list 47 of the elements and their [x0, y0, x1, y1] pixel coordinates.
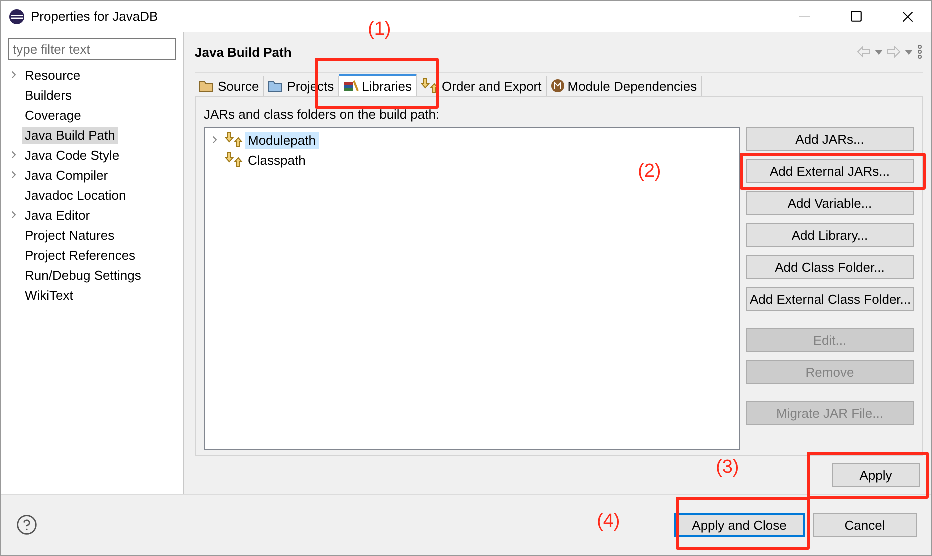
action-button[interactable]: Add External Class Folder... [746, 287, 914, 311]
tab[interactable]: Libraries [339, 74, 418, 96]
sidebar-item[interactable]: Java Compiler [22, 166, 112, 184]
step-label: (2) [638, 161, 662, 183]
tree-item[interactable]: Modulepath [245, 132, 319, 148]
sidebar-item[interactable]: WikiText [22, 286, 76, 304]
sidebar-item[interactable]: Java Build Path [22, 126, 118, 144]
sidebar-item[interactable]: Java Code Style [22, 146, 123, 164]
eclipse-logo-icon [9, 8, 25, 24]
action-button[interactable]: Add External JARs... [746, 159, 914, 183]
maximize-icon [850, 10, 862, 23]
folder-icon [199, 79, 215, 93]
window-title: Properties for JavaDB [31, 9, 160, 24]
sidebar-item[interactable]: Resource [22, 66, 84, 84]
forward-arrow-icon[interactable] [887, 46, 901, 58]
action-button[interactable]: Add Class Folder... [746, 255, 914, 279]
page-title: Java Build Path [195, 44, 292, 60]
module-icon [550, 79, 565, 93]
caret-icon[interactable] [875, 50, 883, 54]
description-text: JARs and class folders on the build path: [204, 107, 441, 123]
step-label: (1) [368, 19, 392, 41]
sidebar-item[interactable]: Run/Debug Settings [22, 266, 144, 284]
apply-and-close-button[interactable]: Apply and Close [674, 513, 805, 537]
folder-icon [268, 79, 284, 93]
sidebar-item[interactable]: Java Editor [22, 206, 94, 224]
step-label: (3) [716, 457, 740, 479]
cancel-button[interactable]: Cancel [813, 513, 917, 537]
sidebar-item[interactable]: Builders [22, 86, 75, 104]
sidebar-item[interactable]: Project References [22, 246, 139, 264]
back-arrow-icon[interactable] [857, 46, 871, 58]
step-label: (4) [597, 511, 620, 533]
sidebar-item[interactable]: Project Natures [22, 226, 118, 244]
action-button[interactable]: Add Library... [746, 223, 914, 247]
menu-icon[interactable] [917, 45, 923, 59]
books-icon [343, 79, 360, 93]
help-icon[interactable] [16, 514, 38, 536]
arrows-icon [225, 152, 243, 168]
tree-item[interactable]: Classpath [245, 152, 309, 168]
apply-button[interactable]: Apply [832, 463, 920, 487]
sidebar-item[interactable]: Coverage [22, 106, 84, 124]
caret-icon[interactable] [905, 50, 913, 54]
sidebar-item[interactable]: Javadoc Location [22, 186, 130, 204]
minimize-icon [798, 16, 810, 17]
action-button[interactable]: Add JARs... [746, 127, 914, 151]
arrows-icon [225, 132, 243, 148]
action-button[interactable]: Add Variable... [746, 191, 914, 215]
filter-field[interactable]: type filter text [8, 38, 176, 60]
